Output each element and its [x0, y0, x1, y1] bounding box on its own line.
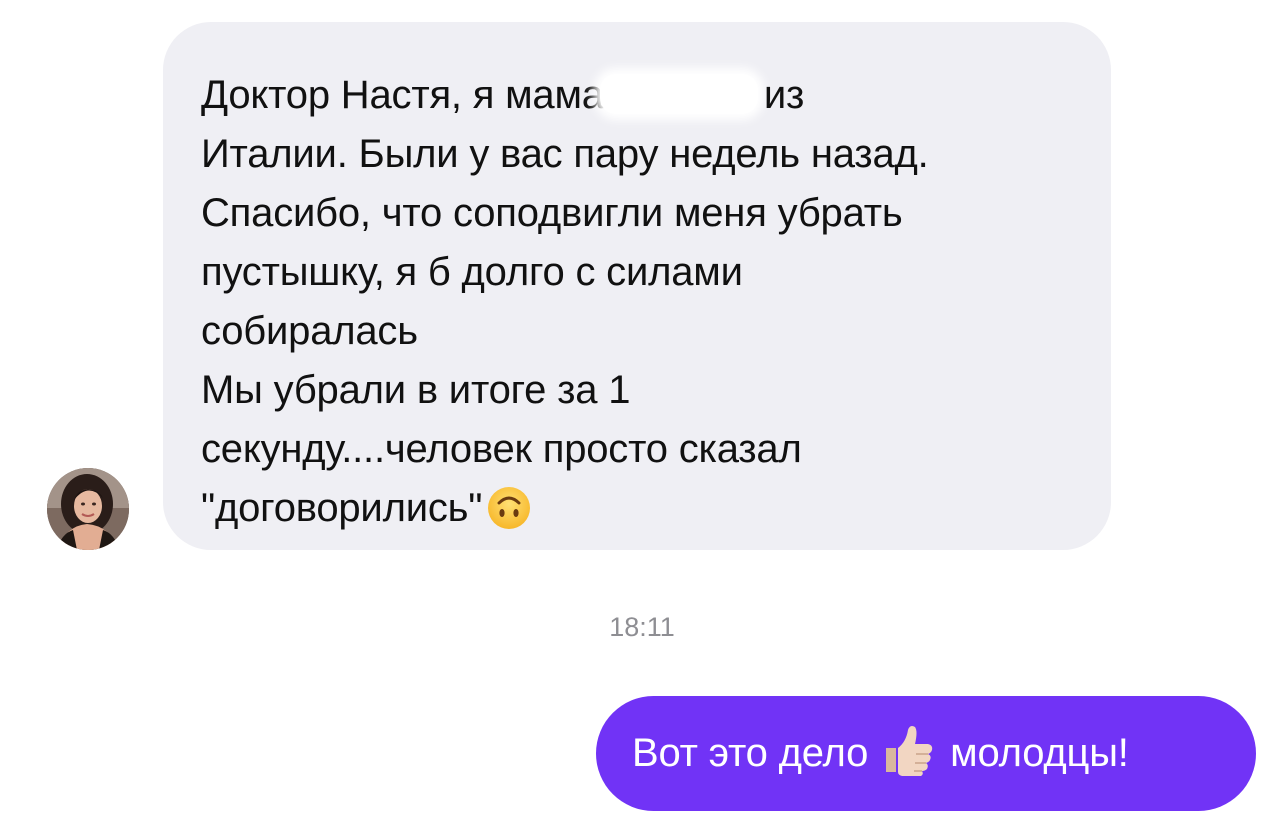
incoming-message-row: Доктор Настя, я мама из Италии. Были у ва…: [0, 0, 1280, 560]
message-line: Спасибо, что соподвигли меня убрать: [201, 191, 903, 235]
upside-down-face-icon: [486, 485, 532, 548]
outgoing-text-end: молодцы!: [950, 731, 1129, 775]
message-timestamp: 18:11: [609, 612, 675, 642]
outgoing-text-start: Вот это дело: [632, 731, 869, 775]
redacted-name: [599, 74, 758, 114]
avatar-image: [47, 468, 129, 550]
sender-avatar[interactable]: [47, 468, 129, 550]
message-line: Италии. Были у вас пару недель назад.: [201, 132, 929, 176]
thumbs-up-icon: [880, 708, 936, 823]
message-line: секунду....человек просто сказал: [201, 427, 802, 471]
message-line: Доктор Настя, я мама из: [201, 73, 805, 117]
message-line: "договорились": [201, 479, 1111, 548]
incoming-message-bubble[interactable]: Доктор Настя, я мама из Италии. Были у ва…: [163, 22, 1111, 550]
message-line: собиралась: [201, 309, 418, 353]
message-line: пустышку, я б долго с силами: [201, 250, 743, 294]
message-line: Мы убрали в итоге за 1: [201, 368, 631, 412]
outgoing-message-bubble[interactable]: Вот это дело молодцы!: [596, 696, 1256, 811]
